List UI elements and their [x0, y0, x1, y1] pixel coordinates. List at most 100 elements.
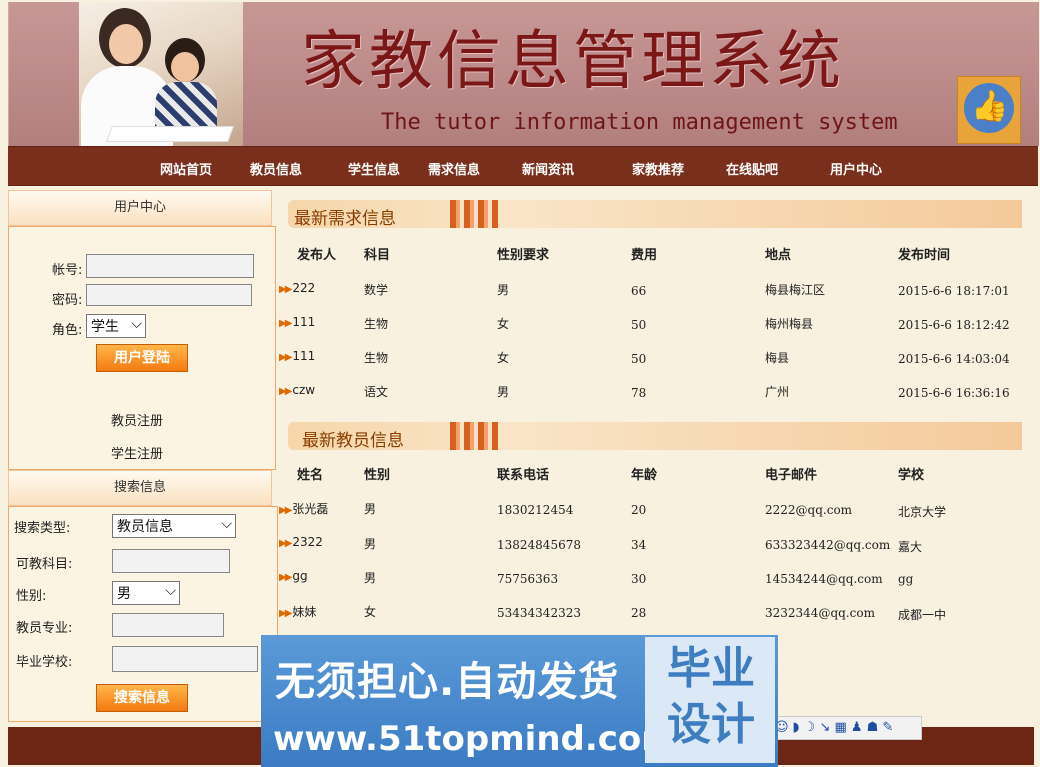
teacher-section-bar: 最新教员信息	[288, 422, 1022, 451]
nav-demands[interactable]: 需求信息	[428, 159, 480, 178]
teacher-cell: 28	[631, 606, 647, 620]
demand-cell: 女	[497, 351, 510, 365]
school-label: 毕业学校:	[16, 655, 73, 670]
teacher-cell: 20	[631, 503, 647, 517]
demand-row-link[interactable]: 222	[292, 281, 315, 295]
teacher-cell: 男	[364, 537, 377, 551]
user-center-heading: 用户中心	[8, 190, 272, 226]
teacher-section-title: 最新教员信息	[302, 431, 404, 451]
role-select-value: 学生	[91, 319, 119, 335]
teacher-col-header: 联系电话	[497, 468, 550, 483]
account-label: 帐号:	[52, 263, 83, 278]
demand-cell: ▶▶ 111	[279, 349, 315, 363]
login-button[interactable]: 用户登陆	[96, 344, 188, 372]
nav-user-center[interactable]: 用户中心	[830, 159, 882, 178]
demand-cell: 男	[497, 385, 510, 399]
ad-url-text: www.51topmind.com	[273, 719, 677, 759]
teacher-cell: 34	[631, 538, 647, 552]
nav-students[interactable]: 学生信息	[348, 159, 400, 178]
teacher-cell: 嘉大	[898, 540, 923, 554]
arrow-bullet-icon: ▶▶	[279, 318, 292, 329]
arrow-bullet-icon: ▶▶	[279, 572, 292, 583]
demand-cell: ▶▶ czw	[279, 383, 315, 397]
search-type-label: 搜索类型:	[14, 521, 71, 536]
demand-row-link[interactable]: 111	[292, 349, 315, 363]
demand-col-header: 发布人	[297, 248, 337, 263]
teacher-cell: 53434342323	[497, 606, 581, 620]
nav-recommend[interactable]: 家教推荐	[632, 159, 684, 178]
demand-cell: 生物	[364, 317, 389, 331]
ad-side-line2: 设计	[667, 699, 755, 750]
gender-select[interactable]: 男 ⌵	[112, 581, 180, 605]
teacher-cell: ▶▶ gg	[279, 569, 308, 583]
main-nav: 网站首页 教员信息 学生信息 需求信息 新闻资讯 家教推荐 在线贴吧 用户中心	[8, 146, 1038, 186]
demand-section-title: 最新需求信息	[294, 209, 396, 229]
demand-cell: 男	[497, 283, 510, 297]
search-button[interactable]: 搜索信息	[96, 684, 188, 712]
ad-banner[interactable]: 无须担心.自动发货 www.51topmind.com 毕业 设计	[261, 635, 778, 767]
teacher-col-header: 姓名	[297, 468, 324, 483]
demand-cell: 梅县	[765, 351, 790, 365]
nav-news[interactable]: 新闻资讯	[522, 159, 574, 178]
demand-row-link[interactable]: 111	[292, 315, 315, 329]
search-heading: 搜索信息	[8, 470, 272, 506]
teacher-cell: 成都一中	[898, 608, 947, 622]
demand-col-header: 费用	[631, 248, 658, 263]
teacher-col-header: 电子邮件	[765, 468, 818, 483]
demand-cell: 50	[631, 318, 647, 332]
tutor-photo	[79, 2, 243, 146]
subject-input[interactable]	[112, 549, 230, 573]
demand-cell: 2015-6-6 16:36:16	[898, 386, 1010, 400]
search-type-select[interactable]: 教员信息 ⌵	[112, 514, 236, 538]
ad-side-panel: 毕业 设计	[645, 637, 775, 763]
teacher-row-link[interactable]: 张光磊	[292, 502, 328, 516]
nav-teachers[interactable]: 教员信息	[250, 159, 302, 178]
teacher-col-header: 学校	[898, 468, 925, 483]
demand-cell: 女	[497, 317, 510, 331]
major-input[interactable]	[112, 613, 224, 637]
gender-select-value: 男	[117, 586, 131, 602]
teacher-cell: 75756363	[497, 572, 559, 586]
school-input[interactable]	[112, 646, 258, 672]
site-subtitle: The tutor information management system	[381, 110, 898, 135]
header-banner: 家教信息管理系统 The tutor information managemen…	[8, 2, 1039, 146]
demand-cell: 梅县梅江区	[765, 283, 826, 297]
arrow-bullet-icon: ▶▶	[279, 505, 292, 516]
demand-cell: 语文	[364, 385, 389, 399]
teacher-row-link[interactable]: gg	[292, 569, 307, 583]
arrow-bullet-icon: ▶▶	[279, 538, 292, 549]
teacher-row-link[interactable]: 2322	[292, 535, 323, 549]
chevron-down-icon: ⌵	[221, 516, 232, 532]
nav-home[interactable]: 网站首页	[160, 159, 212, 178]
teacher-register-link[interactable]: 教员注册	[111, 410, 163, 429]
nav-forum[interactable]: 在线贴吧	[726, 159, 778, 178]
arrow-bullet-icon: ▶▶	[279, 352, 292, 363]
teacher-cell: ▶▶ 2322	[279, 535, 323, 549]
teacher-cell: ▶▶ 妹妹	[279, 603, 316, 620]
chevron-down-icon: ⌵	[165, 583, 176, 599]
demand-cell: 2015-6-6 14:03:04	[898, 352, 1010, 366]
account-input[interactable]	[86, 254, 254, 278]
subject-label: 可教科目:	[16, 557, 73, 572]
site-title: 家教信息管理系统	[301, 25, 845, 99]
teacher-cell: 男	[364, 502, 377, 516]
password-input[interactable]	[86, 284, 252, 306]
student-register-link[interactable]: 学生注册	[111, 443, 163, 462]
demand-cell: 2015-6-6 18:12:42	[898, 318, 1010, 332]
major-label: 教员专业:	[16, 621, 73, 636]
gender-label: 性别:	[16, 589, 47, 604]
teacher-cell: 北京大学	[898, 505, 947, 519]
demand-row-link[interactable]: czw	[292, 383, 315, 397]
teacher-cell: 2222@qq.com	[765, 503, 853, 517]
demand-cell: 数学	[364, 283, 389, 297]
role-select[interactable]: 学生 ⌵	[86, 314, 146, 338]
teacher-row-link[interactable]: 妹妹	[292, 605, 316, 619]
teacher-cell: 13824845678	[497, 538, 581, 552]
teacher-cell: ▶▶ 张光磊	[279, 500, 328, 517]
role-label: 角色:	[52, 323, 83, 338]
teacher-cell: 男	[364, 571, 377, 585]
demand-cell: ▶▶ 111	[279, 315, 315, 329]
teacher-cell: 女	[364, 605, 377, 619]
demand-cell: 50	[631, 352, 647, 366]
toolbar-icons[interactable]: ☺ ◗ ☽ ↘ ▦ ♟ ☗ ✎	[770, 716, 922, 740]
